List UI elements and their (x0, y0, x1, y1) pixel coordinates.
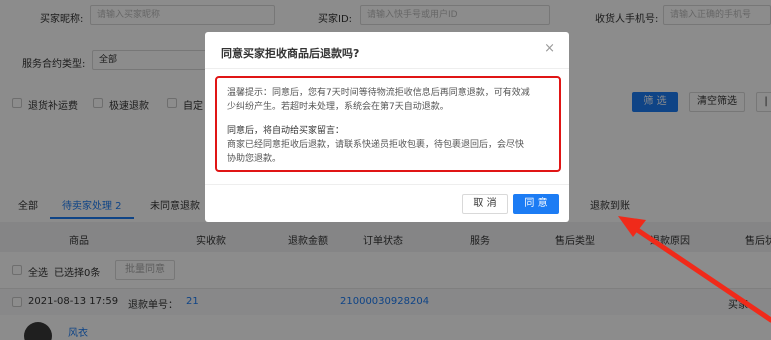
annotation-arrow-icon (618, 216, 771, 323)
